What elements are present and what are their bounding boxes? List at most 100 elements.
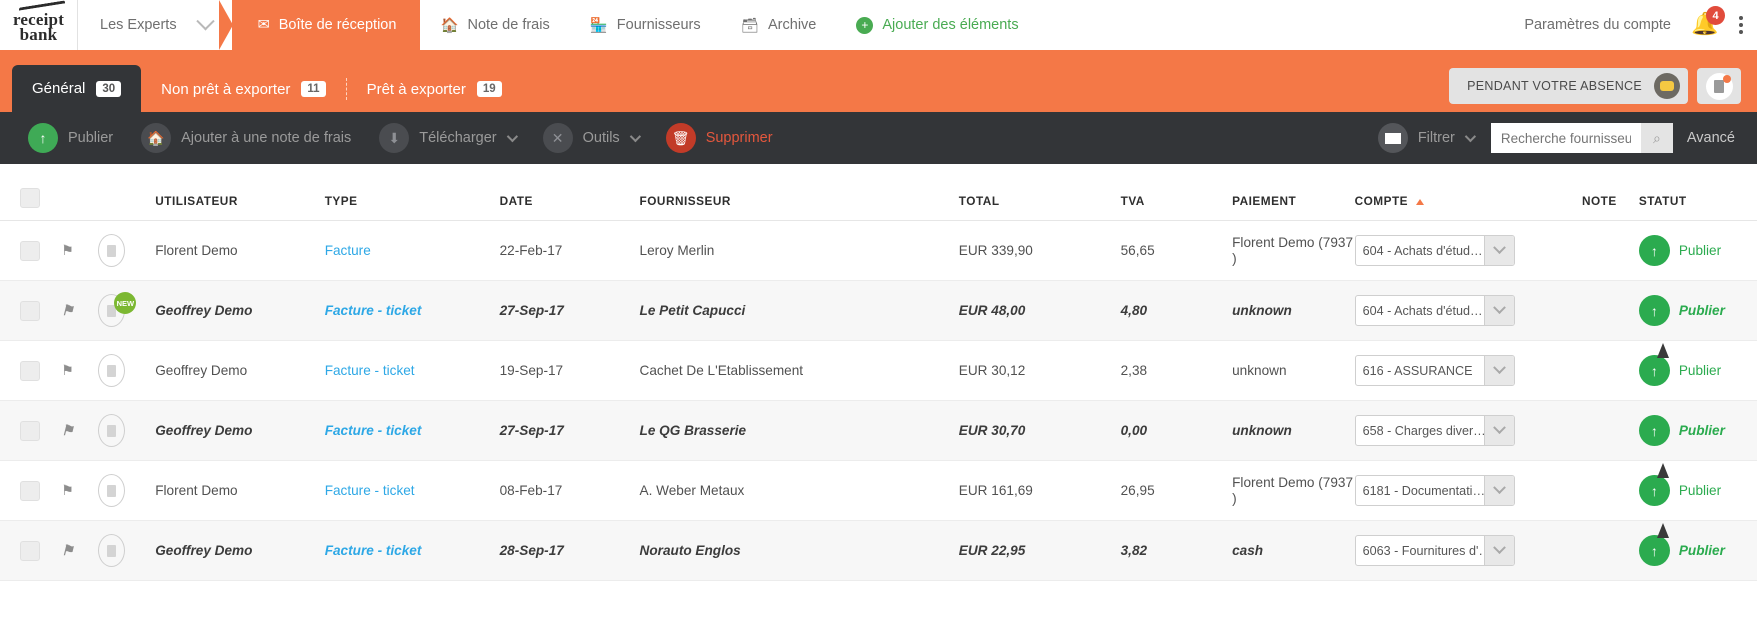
row-vat: 4,80	[1121, 281, 1233, 341]
logo[interactable]: receipt bank	[0, 0, 78, 50]
row-checkbox[interactable]	[20, 361, 40, 381]
table-row[interactable]: ⚑NEWGeoffrey DemoFacture - ticket27-Sep-…	[0, 281, 1757, 341]
flag-icon[interactable]: ⚑	[61, 302, 74, 318]
flag-icon[interactable]: ⚑	[61, 362, 74, 378]
account-select-value: 604 - Achats d'étud…	[1356, 236, 1484, 265]
delete-button[interactable]: 🗑 Supprimer	[652, 123, 787, 153]
nav-item-add-items[interactable]: + Ajouter des éléments	[836, 0, 1038, 50]
chevron-down-icon	[506, 131, 517, 142]
items-table-container: UTILISATEUR TYPE DATE FOURNISSEUR TOTAL …	[0, 164, 1757, 581]
row-checkbox[interactable]	[20, 241, 40, 261]
account-select[interactable]: 658 - Charges diver…	[1355, 415, 1515, 446]
publish-row-button[interactable]: ↑Publier	[1639, 235, 1757, 266]
publish-button-label: Publier	[68, 130, 113, 146]
publish-row-button[interactable]: ↑Publier	[1639, 475, 1757, 506]
row-flag-cell: ⚑	[61, 221, 98, 281]
header-type[interactable]: TYPE	[325, 164, 500, 221]
row-checkbox[interactable]	[20, 541, 40, 561]
account-select[interactable]: 616 - ASSURANCE	[1355, 355, 1515, 386]
flag-icon[interactable]: ⚑	[61, 482, 74, 498]
document-thumbnail-icon[interactable]: NEW	[98, 294, 125, 327]
publish-row-button[interactable]: ↑Publier	[1639, 295, 1757, 326]
header-payment[interactable]: PAIEMENT	[1232, 164, 1354, 221]
store-icon: 🏪	[590, 17, 608, 34]
publish-row-label: Publier	[1679, 423, 1725, 438]
row-user: Geoffrey Demo	[155, 341, 324, 401]
select-all-checkbox[interactable]	[20, 188, 40, 208]
row-type-link[interactable]: Facture - ticket	[325, 423, 422, 438]
row-note	[1582, 461, 1639, 521]
add-to-expense-report-button[interactable]: 🏠 Ajouter à une note de frais	[127, 123, 365, 153]
tab-not-ready-count: 11	[301, 81, 325, 97]
download-button[interactable]: ⬇ Télécharger	[365, 123, 528, 153]
search-icon[interactable]: ⌕	[1641, 123, 1673, 153]
search-input[interactable]	[1491, 123, 1641, 153]
header-status[interactable]: STATUT	[1639, 164, 1757, 221]
tab-not-ready-to-export[interactable]: Non prêt à exporter 11	[141, 66, 345, 112]
organisation-selector[interactable]: Les Experts	[78, 0, 232, 50]
row-checkbox[interactable]	[20, 301, 40, 321]
document-thumbnail-icon[interactable]	[98, 414, 125, 447]
row-type-link[interactable]: Facture	[325, 243, 371, 258]
table-row[interactable]: ⚑Geoffrey DemoFacture - ticket27-Sep-17L…	[0, 401, 1757, 461]
row-type-cell: Facture	[325, 221, 500, 281]
row-checkbox[interactable]	[20, 481, 40, 501]
tab-general[interactable]: Général 30	[12, 65, 141, 112]
nav-item-inbox[interactable]: ✉ Boîte de réception	[232, 0, 421, 50]
header-vat[interactable]: TVA	[1121, 164, 1233, 221]
row-type-link[interactable]: Facture - ticket	[325, 483, 415, 498]
row-account-cell: 658 - Charges diver…	[1355, 401, 1582, 461]
download-icon: ⬇	[379, 123, 409, 153]
document-thumbnail-icon[interactable]	[98, 474, 125, 507]
account-select[interactable]: 604 - Achats d'étud…	[1355, 235, 1515, 266]
tools-wrench-icon: ✕	[543, 123, 573, 153]
action-toolbar: ↑ Publier 🏠 Ajouter à une note de frais …	[0, 112, 1757, 164]
table-row[interactable]: ⚑Florent DemoFacture22-Feb-17Leroy Merli…	[0, 221, 1757, 281]
publish-row-button[interactable]: ↑Publier	[1639, 415, 1757, 446]
header-user[interactable]: UTILISATEUR	[155, 164, 324, 221]
more-options-icon[interactable]	[1739, 13, 1743, 37]
header-total[interactable]: TOTAL	[959, 164, 1121, 221]
header-note[interactable]: NOTE	[1582, 164, 1639, 221]
publish-button[interactable]: ↑ Publier	[14, 123, 127, 153]
row-type-link[interactable]: Facture - ticket	[325, 363, 415, 378]
nav-item-expense-report[interactable]: 🏠 Note de frais	[420, 0, 569, 50]
row-type-link[interactable]: Facture - ticket	[325, 303, 422, 318]
account-select[interactable]: 6181 - Documentati…	[1355, 475, 1515, 506]
nav-item-expense-report-label: Note de frais	[468, 17, 550, 33]
tools-button[interactable]: ✕ Outils	[529, 123, 652, 153]
upload-arrow-icon: ↑	[1639, 475, 1670, 506]
row-payment: unknown	[1232, 401, 1354, 461]
advanced-search-link[interactable]: Avancé	[1687, 130, 1735, 146]
publish-row-button[interactable]: ↑Publier	[1639, 535, 1757, 566]
row-type-link[interactable]: Facture - ticket	[325, 543, 422, 558]
account-select[interactable]: 6063 - Fournitures d'…	[1355, 535, 1515, 566]
nav-item-suppliers[interactable]: 🏪 Fournisseurs	[570, 0, 721, 50]
account-select[interactable]: 604 - Achats d'étud…	[1355, 295, 1515, 326]
row-flag-cell: ⚑	[61, 461, 98, 521]
flag-icon[interactable]: ⚑	[61, 422, 74, 438]
document-thumbnail-icon[interactable]	[98, 354, 125, 387]
document-settings-button[interactable]	[1697, 68, 1741, 104]
header-account[interactable]: COMPTE	[1355, 164, 1582, 221]
table-row[interactable]: ⚑Geoffrey DemoFacture - ticket28-Sep-17N…	[0, 521, 1757, 581]
publish-row-button[interactable]: ↑Publier	[1639, 355, 1757, 386]
tab-ready-to-export[interactable]: Prêt à exporter 19	[347, 66, 522, 112]
flag-icon[interactable]: ⚑	[61, 242, 74, 258]
notifications-bell-button[interactable]: 🔔 4	[1691, 10, 1719, 40]
filter-button[interactable]: Filtrer	[1364, 123, 1477, 153]
account-settings-link[interactable]: Paramètres du compte	[1524, 17, 1671, 33]
flag-icon[interactable]: ⚑	[61, 542, 74, 558]
upload-arrow-icon: ↑	[1639, 295, 1670, 326]
nav-item-archive[interactable]: 🗃 Archive	[721, 0, 837, 50]
table-row[interactable]: ⚑Florent DemoFacture - ticket08-Feb-17A.…	[0, 461, 1757, 521]
while-you-were-away-button[interactable]: PENDANT VOTRE ABSENCE	[1449, 68, 1688, 104]
header-date[interactable]: DATE	[500, 164, 640, 221]
chevron-down-icon	[1484, 416, 1514, 445]
document-thumbnail-icon[interactable]	[98, 534, 125, 567]
document-thumbnail-icon[interactable]	[98, 234, 125, 267]
row-checkbox[interactable]	[20, 421, 40, 441]
row-select-cell	[0, 521, 61, 581]
header-supplier[interactable]: FOURNISSEUR	[640, 164, 959, 221]
table-row[interactable]: ⚑Geoffrey DemoFacture - ticket19-Sep-17C…	[0, 341, 1757, 401]
